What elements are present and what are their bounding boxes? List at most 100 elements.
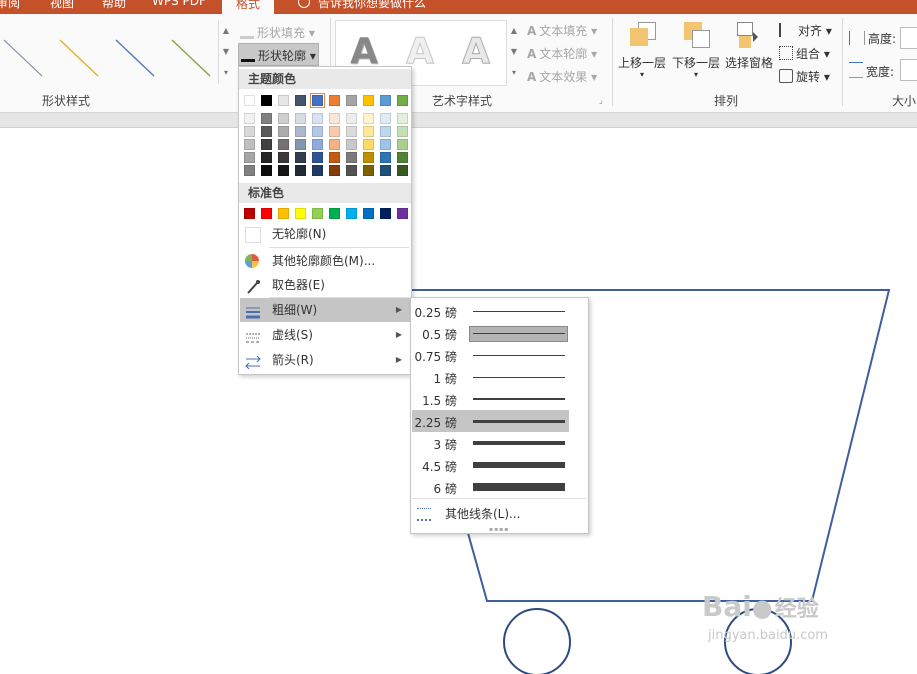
theme-color-swatch[interactable] — [310, 93, 325, 108]
shape-outline-button[interactable]: 形状轮廓 ▾ — [238, 43, 319, 66]
theme-shade-swatch[interactable] — [278, 152, 289, 163]
theme-shade-swatch[interactable] — [329, 139, 340, 150]
theme-shade-swatch[interactable] — [295, 126, 306, 137]
gallery-expand-icon[interactable]: ▾ — [507, 62, 521, 83]
theme-shade-swatch[interactable] — [329, 152, 340, 163]
dialog-launcher-icon[interactable]: ⌟ — [599, 96, 603, 105]
standard-color-swatch[interactable] — [397, 208, 408, 219]
theme-shade-swatch[interactable] — [244, 152, 255, 163]
theme-shade-swatch[interactable] — [244, 126, 255, 137]
group-button[interactable]: 组合 ▾ — [779, 45, 830, 62]
theme-shade-swatch[interactable] — [363, 139, 374, 150]
style-gallery-scroll[interactable]: ▲ ▼ ▾ — [218, 20, 233, 84]
theme-shade-swatch[interactable] — [380, 113, 391, 124]
theme-shade-swatch[interactable] — [261, 126, 272, 137]
theme-shade-swatch[interactable] — [295, 113, 306, 124]
theme-shade-swatch[interactable] — [244, 165, 255, 176]
wordart-gallery-scroll[interactable]: ▲ ▼ ▾ — [506, 20, 521, 84]
dashes-item[interactable]: 虚线(S) ▶ — [240, 323, 410, 347]
theme-shade-swatch[interactable] — [397, 126, 408, 137]
theme-shade-swatch[interactable] — [329, 126, 340, 137]
line-weight-option[interactable]: 0.75 磅 — [412, 344, 569, 366]
theme-shade-swatch[interactable] — [397, 152, 408, 163]
align-button[interactable]: 对齐 ▾ — [779, 22, 832, 39]
theme-shade-swatch[interactable] — [346, 165, 357, 176]
standard-color-swatch[interactable] — [244, 208, 255, 219]
scroll-up-icon[interactable]: ▲ — [507, 20, 521, 41]
standard-color-swatch[interactable] — [380, 208, 391, 219]
theme-shade-swatch[interactable] — [295, 152, 306, 163]
text-effect-button[interactable]: A 文本效果 ▾ — [527, 68, 597, 85]
shape-fill-button[interactable]: 形状填充 ▾ — [240, 22, 315, 41]
tab-view[interactable]: 视图 — [50, 0, 74, 11]
theme-shade-swatch[interactable] — [363, 113, 374, 124]
line-weight-option[interactable]: 0.25 磅 — [412, 300, 569, 322]
tab-format[interactable]: 格式 — [222, 0, 275, 14]
theme-shade-swatch[interactable] — [312, 165, 323, 176]
theme-shade-swatch[interactable] — [278, 165, 289, 176]
line-weight-option[interactable]: 4.5 磅 — [412, 454, 569, 476]
wordart-sample-3[interactable]: A — [452, 25, 500, 79]
theme-color-swatch[interactable] — [346, 95, 357, 106]
theme-shade-swatch[interactable] — [380, 139, 391, 150]
theme-shade-swatch[interactable] — [278, 126, 289, 137]
tab-review[interactable]: 审阅 — [0, 0, 20, 11]
height-input[interactable] — [900, 27, 917, 49]
text-fill-button[interactable]: A 文本填充 ▾ — [527, 22, 597, 39]
theme-color-swatch[interactable] — [380, 95, 391, 106]
width-input[interactable] — [900, 59, 917, 81]
bring-forward-button[interactable]: 上移一层 ▾ — [618, 22, 666, 79]
gallery-expand-icon[interactable]: ▾ — [219, 62, 233, 83]
theme-shade-swatch[interactable] — [380, 152, 391, 163]
theme-shade-swatch[interactable] — [261, 152, 272, 163]
theme-shade-swatch[interactable] — [278, 139, 289, 150]
theme-color-swatch[interactable] — [397, 95, 408, 106]
scroll-down-icon[interactable]: ▼ — [219, 41, 233, 62]
theme-shade-swatch[interactable] — [312, 139, 323, 150]
theme-shade-swatch[interactable] — [295, 165, 306, 176]
theme-shade-swatch[interactable] — [312, 113, 323, 124]
more-outline-colors-item[interactable]: 其他轮廓颜色(M)... — [240, 249, 410, 273]
theme-color-swatch[interactable] — [363, 95, 374, 106]
theme-shade-swatch[interactable] — [261, 113, 272, 124]
scroll-down-icon[interactable]: ▼ — [507, 41, 521, 62]
theme-shade-swatch[interactable] — [261, 139, 272, 150]
line-weight-option[interactable]: 1 磅 — [412, 366, 569, 388]
standard-color-swatch[interactable] — [346, 208, 357, 219]
theme-shade-swatch[interactable] — [312, 152, 323, 163]
theme-color-swatch[interactable] — [278, 95, 289, 106]
theme-shade-swatch[interactable] — [397, 139, 408, 150]
shape-style-gallery[interactable] — [0, 20, 218, 84]
theme-shade-swatch[interactable] — [244, 139, 255, 150]
standard-color-swatch[interactable] — [312, 208, 323, 219]
theme-shade-swatch[interactable] — [261, 165, 272, 176]
theme-shade-swatch[interactable] — [329, 113, 340, 124]
resize-grip-icon[interactable]: ▪▪▪▪ — [489, 526, 509, 533]
standard-color-swatch[interactable] — [278, 208, 289, 219]
standard-color-swatch[interactable] — [261, 208, 272, 219]
theme-shade-swatch[interactable] — [363, 165, 374, 176]
tab-wps-pdf[interactable]: WPS PDF — [152, 0, 206, 8]
theme-shade-swatch[interactable] — [363, 126, 374, 137]
arrows-item[interactable]: 箭头(R) ▶ — [240, 348, 410, 372]
send-backward-button[interactable]: 下移一层 ▾ — [672, 22, 720, 79]
theme-shade-swatch[interactable] — [278, 113, 289, 124]
standard-color-swatch[interactable] — [295, 208, 306, 219]
no-outline-item[interactable]: 无轮廓(N) — [240, 222, 410, 246]
theme-shade-swatch[interactable] — [329, 165, 340, 176]
theme-shade-swatch[interactable] — [346, 152, 357, 163]
more-lines-item[interactable]: 其他线条(L)... — [412, 503, 587, 525]
line-weight-option[interactable]: 2.25 磅 — [412, 410, 569, 432]
text-outline-button[interactable]: A 文本轮廓 ▾ — [527, 45, 597, 62]
tell-me-search[interactable]: 告诉我你想要做什么 — [298, 0, 426, 11]
theme-shade-swatch[interactable] — [380, 126, 391, 137]
line-weight-option[interactable]: 6 磅 — [412, 476, 569, 498]
theme-shade-swatch[interactable] — [244, 113, 255, 124]
tab-help[interactable]: 帮助 — [102, 0, 126, 11]
theme-shade-swatch[interactable] — [312, 126, 323, 137]
theme-shade-swatch[interactable] — [346, 139, 357, 150]
eyedropper-item[interactable]: 取色器(E) — [240, 273, 410, 297]
line-weight-option[interactable]: 0.5 磅 — [412, 322, 569, 344]
theme-color-swatch[interactable] — [329, 95, 340, 106]
line-weight-option[interactable]: 1.5 磅 — [412, 388, 569, 410]
